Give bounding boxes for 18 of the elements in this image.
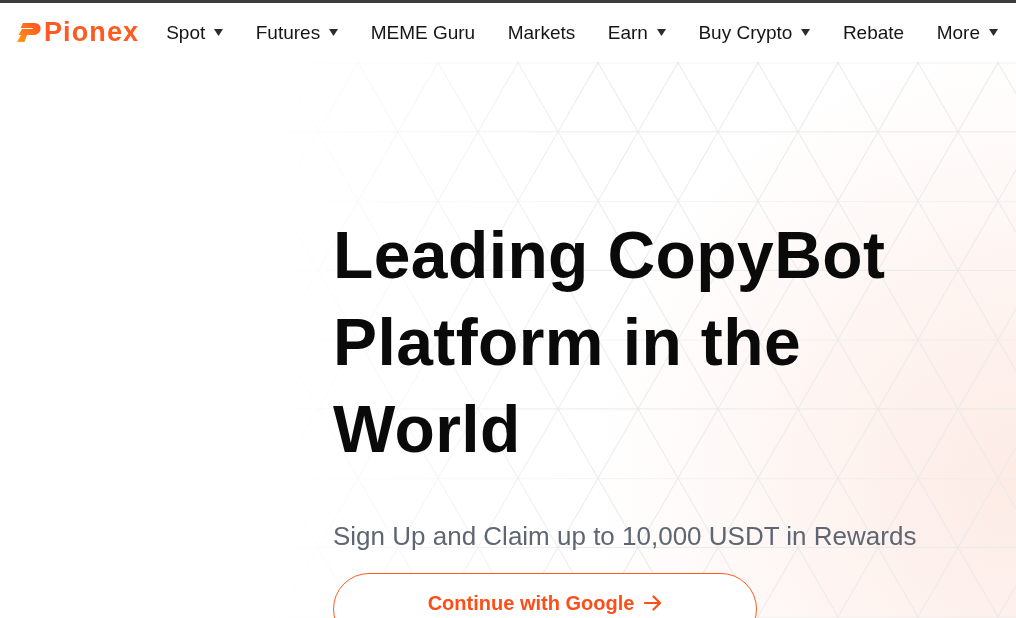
nav-item[interactable]: Buy Crypto — [698, 21, 811, 44]
nav-item[interactable]: More — [936, 21, 998, 44]
logo-text: Pionex — [44, 19, 140, 46]
nav-item[interactable]: Futures — [255, 21, 339, 44]
nav-item[interactable]: Spot — [166, 21, 224, 44]
nav-item[interactable]: Markets — [507, 21, 576, 44]
caret-down-icon — [801, 29, 811, 36]
hero-subtitle: Sign Up and Claim up to 10,000 USDT in Rewards — [333, 520, 917, 552]
nav-item[interactable]: Rebate — [842, 21, 905, 44]
caret-down-icon — [656, 29, 666, 36]
nav-item[interactable]: MEME Guru — [370, 21, 476, 44]
arrow-right-icon — [644, 595, 663, 611]
nav-item[interactable]: Earn — [607, 21, 666, 44]
caret-down-icon — [329, 29, 339, 36]
caret-down-icon — [988, 29, 998, 36]
logo-icon — [17, 23, 41, 42]
hero-title: Leading CopyBot Platform in the World — [333, 217, 886, 468]
caret-down-icon — [214, 29, 224, 36]
